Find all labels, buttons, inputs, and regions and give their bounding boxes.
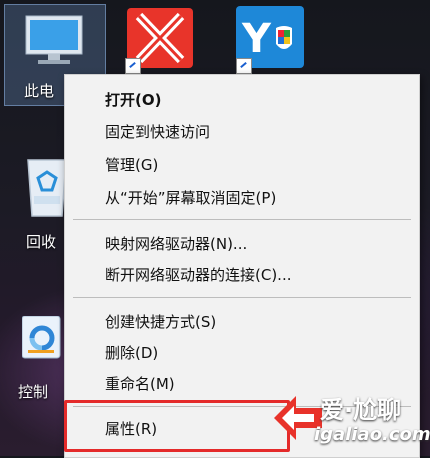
properties-highlight-box [64,400,290,452]
menu-item-label: 打开(O) [105,91,162,109]
menu-item-create-shortcut[interactable]: 创建快捷方式(S) [65,307,419,337]
control-panel-label[interactable]: 控制 [18,381,48,402]
watermark: 爱·尬聊 igaliao.com [268,380,430,456]
menu-separator [73,297,411,298]
shortcut-arrow-icon [236,58,252,74]
menu-item-label: 创建快捷方式(S) [105,313,217,331]
menu-item-label: 映射网络驱动器(N)... [105,235,248,253]
menu-separator [73,219,411,220]
menu-item-open[interactable]: 打开(O) [65,85,419,115]
menu-item-pin-quick-access[interactable]: 固定到快速访问 [65,117,419,147]
menu-item-label: 重命名(M) [105,375,175,393]
watermark-line2: igaliao.com [314,424,430,445]
control-panel-icon[interactable] [21,315,62,360]
svg-text:Y: Y [241,16,272,62]
menu-item-label: 从“开始”屏幕取消固定(P) [105,189,277,207]
menu-item-manage[interactable]: 管理(G) [65,150,419,180]
menu-item-map-network-drive[interactable]: 映射网络驱动器(N)... [65,229,419,259]
menu-item-disconnect-network-drive[interactable]: 断开网络驱动器的连接(C)... [65,260,419,290]
this-pc-label[interactable]: 此电 [24,80,54,101]
menu-item-label: 管理(G) [105,156,159,174]
menu-item-label: 固定到快速访问 [105,123,211,141]
recycle-bin-label[interactable]: 回收 [26,231,56,252]
menu-item-unpin-start[interactable]: 从“开始”屏幕取消固定(P) [65,183,419,213]
this-pc-icon[interactable] [18,10,90,74]
watermark-line1: 爱·尬聊 [320,396,402,424]
menu-item-label: 断开网络驱动器的连接(C)... [105,266,292,284]
menu-item-label: 删除(D) [105,344,159,362]
shortcut-arrow-icon [125,58,141,74]
menu-item-delete[interactable]: 删除(D) [65,338,419,368]
